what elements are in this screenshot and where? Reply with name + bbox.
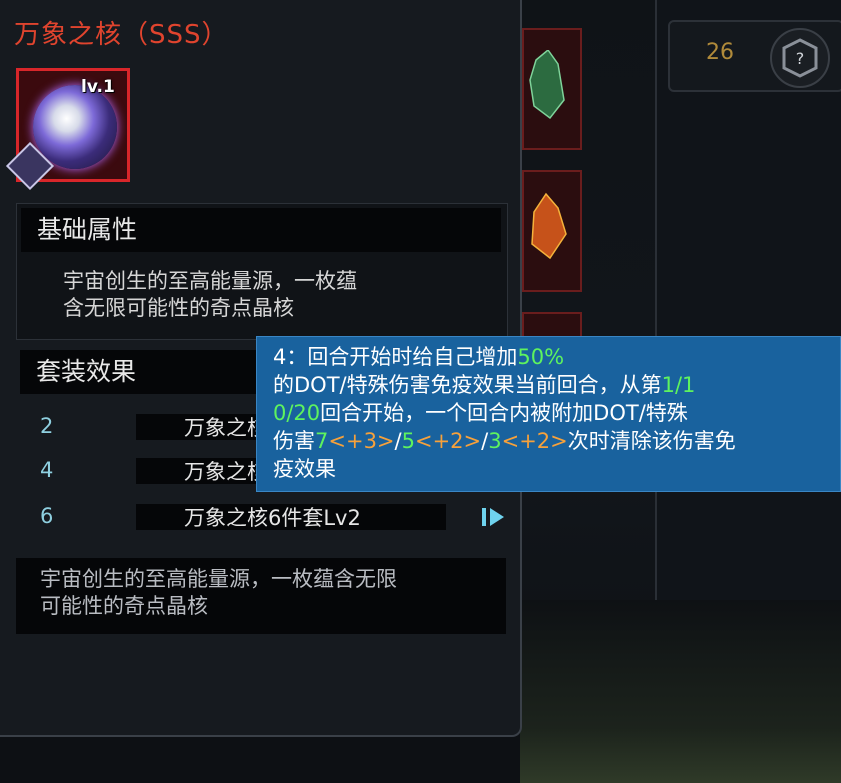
tooltip-value: 1/1 (661, 373, 696, 397)
tooltip-value: 0/20 (273, 401, 321, 425)
tooltip-text-part: 疫效果 (273, 457, 336, 481)
play-icon[interactable] (482, 506, 506, 528)
core-orb-icon (33, 85, 117, 169)
tooltip-bonus: <+2> (414, 429, 482, 453)
inventory-slot-orange-crystal[interactable] (522, 170, 582, 292)
tooltip-text-part: 4：回合开始时给自己增加 (273, 345, 518, 369)
tooltip-line2: 的DOT/特殊伤害免疫效果当前回合，从第1/1 (273, 371, 833, 399)
tooltip-text-part: 回合开始，一个回合内被附加DOT/特殊 (320, 401, 688, 425)
footer-desc-line2: 可能性的奇点晶核 (40, 594, 208, 618)
tooltip-value: 5 (401, 429, 415, 453)
tooltip-line4: 伤害7<+3>/5<+2>/3<+2>次时清除该伤害免 (273, 427, 833, 455)
item-icon-frame[interactable]: lv.1 (5, 68, 130, 191)
set-count: 2 (40, 414, 54, 438)
tooltip-bonus: <+2> (501, 429, 568, 453)
level-badge: lv.1 (81, 77, 115, 97)
set-count: 6 (40, 504, 54, 528)
set-row-6[interactable]: 6 万象之核6件套Lv2 (36, 502, 504, 532)
tooltip-value: 50% (517, 345, 565, 369)
tooltip-bonus: <+3> (328, 429, 395, 453)
orange-crystal-icon (531, 192, 567, 260)
tooltip-value: 7 (315, 429, 329, 453)
svg-text:?: ? (796, 49, 805, 68)
tooltip-text-part: 伤害 (273, 429, 315, 453)
tooltip-text-part: 次时清除该伤害免 (567, 429, 736, 453)
base-attributes-section: 基础属性 宇宙创生的至高能量源，一枚蕴 含无限可能性的奇点晶核 (16, 203, 508, 340)
counter-value: 26 (706, 40, 734, 65)
tooltip-text: 4：回合开始时给自己增加50% 的DOT/特殊伤害免疫效果当前回合，从第1/1 … (273, 343, 833, 483)
tooltip-text-part: 的DOT/特殊伤害免疫效果当前回合，从第 (273, 373, 662, 397)
set-effect-tooltip: 4：回合开始时给自己增加50% 的DOT/特殊伤害免疫效果当前回合，从第1/1 … (256, 336, 841, 492)
tooltip-value: 3 (488, 429, 502, 453)
mystery-cube-icon: ? (770, 28, 830, 88)
inventory-slot-green-crystal[interactable] (522, 28, 582, 150)
base-desc-line2: 含无限可能性的奇点晶核 (63, 296, 294, 320)
tooltip-line3: 0/20回合开始，一个回合内被附加DOT/特殊 (273, 399, 833, 427)
tooltip-line5: 疫效果 (273, 455, 833, 483)
item-title: 万象之核（SSS） (14, 20, 229, 50)
base-desc-line1: 宇宙创生的至高能量源，一枚蕴 (63, 269, 357, 293)
counter-box[interactable]: 26 ? (668, 20, 841, 92)
tooltip-sep: / (394, 429, 402, 453)
footer-desc-line1: 宇宙创生的至高能量源，一枚蕴含无限 (40, 567, 397, 591)
base-attributes-heading: 基础属性 (21, 208, 501, 252)
tooltip-line1: 4：回合开始时给自己增加50% (273, 343, 833, 371)
footer-description: 宇宙创生的至高能量源，一枚蕴含无限 可能性的奇点晶核 (16, 558, 506, 634)
green-crystal-icon (529, 50, 565, 120)
background-floor (520, 600, 841, 783)
set-name: 万象之核6件套Lv2 (184, 506, 361, 530)
set-count: 4 (40, 458, 54, 482)
